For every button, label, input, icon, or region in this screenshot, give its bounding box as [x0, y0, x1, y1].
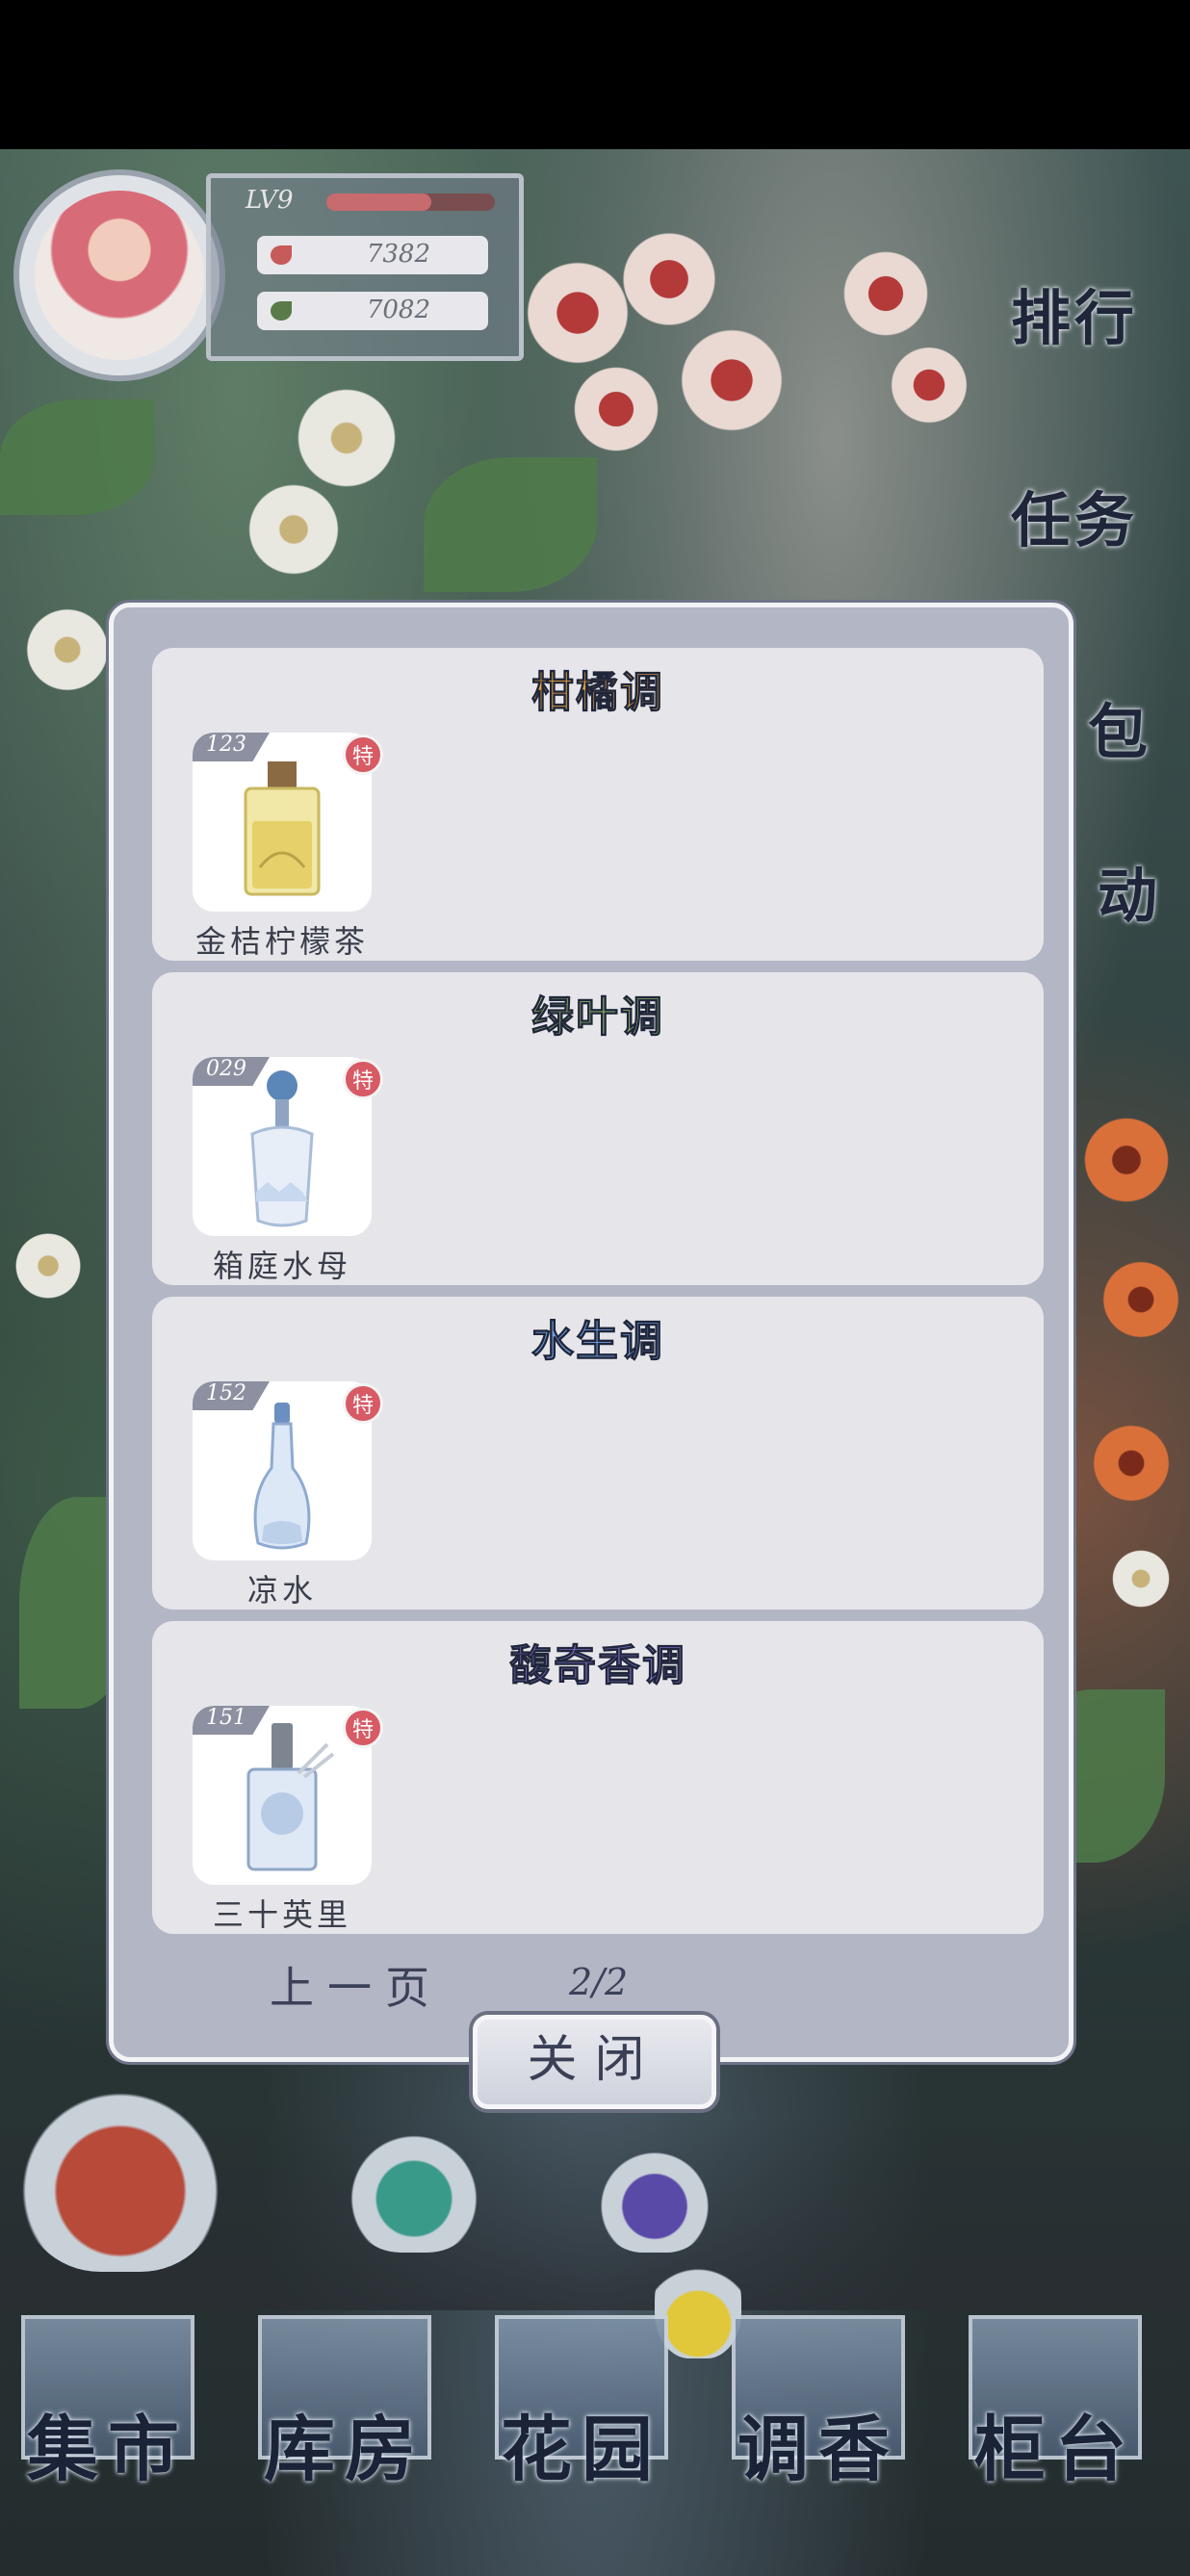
rank-button[interactable]: 排行 [1011, 270, 1138, 356]
currency-red: 7382 [257, 236, 488, 274]
currency-green: 7082 [257, 292, 488, 330]
previous-page-button[interactable]: 上一页 [270, 1953, 443, 2017]
section-title: 柑橘调 [531, 668, 664, 718]
nav-label: 柜台 [974, 2409, 1136, 2491]
section-citrus: 柑橘调 123 特 金桔柠檬茶 [152, 648, 1044, 961]
leaf-icon [271, 301, 292, 321]
special-badge: 特 [343, 1059, 383, 1099]
section-title: 水生调 [531, 1317, 664, 1367]
close-button[interactable]: 关闭 [473, 2015, 716, 2109]
task-button[interactable]: 任务 [1011, 472, 1138, 558]
nav-warehouse[interactable]: 库房 [258, 2315, 431, 2498]
section-title: 馥奇香调 [509, 1641, 686, 1691]
avatar[interactable] [35, 191, 204, 360]
flask-purple [597, 2137, 712, 2253]
special-badge: 特 [343, 1708, 383, 1748]
status-bar [0, 0, 1190, 149]
player-level: LV9 [246, 186, 294, 215]
stats-panel: LV9 7382 7082 [206, 173, 524, 361]
perfume-name: 三十英里 [212, 1896, 351, 1933]
player-profile[interactable]: LV9 7382 7082 [13, 164, 524, 381]
xp-bar [326, 193, 495, 211]
heart-icon [271, 245, 292, 265]
nav-market[interactable]: 集市 [21, 2315, 194, 2498]
xp-bar-fill [326, 193, 431, 211]
nav-label: 集市 [27, 2409, 189, 2491]
flask-teal [347, 2118, 481, 2253]
special-badge: 特 [343, 1383, 383, 1424]
bag-button[interactable]: 包 [1088, 683, 1151, 770]
section-fougere: 馥奇香调 151 特 三十英里 [152, 1621, 1044, 1934]
event-button[interactable]: 动 [1098, 847, 1161, 934]
currency-green-value: 7082 [366, 296, 430, 324]
nav-label: 花园 [501, 2409, 662, 2491]
perfume-name: 箱庭水母 [212, 1248, 351, 1284]
nav-counter[interactable]: 柜台 [969, 2315, 1142, 2498]
section-aquatic: 水生调 152 特 凉水 [152, 1297, 1044, 1610]
nav-label: 调香 [737, 2409, 899, 2491]
currency-red-value: 7382 [366, 240, 430, 269]
special-badge: 特 [343, 734, 383, 775]
collection-modal: 柑橘调 123 特 金桔柠檬茶 绿叶调 029 特 箱庭水母 水生调 152 特… [109, 603, 1074, 2062]
page-indicator: 2/2 [569, 1961, 629, 2003]
section-green: 绿叶调 029 特 箱庭水母 [152, 972, 1044, 1285]
perfume-name: 金桔柠檬茶 [194, 923, 369, 960]
nav-perfumery[interactable]: 调香 [732, 2315, 905, 2498]
perfume-name: 凉水 [246, 1572, 317, 1609]
nav-garden[interactable]: 花园 [495, 2315, 668, 2498]
flask-red [19, 2070, 221, 2272]
nav-label: 库房 [264, 2409, 426, 2491]
section-title: 绿叶调 [531, 992, 664, 1043]
